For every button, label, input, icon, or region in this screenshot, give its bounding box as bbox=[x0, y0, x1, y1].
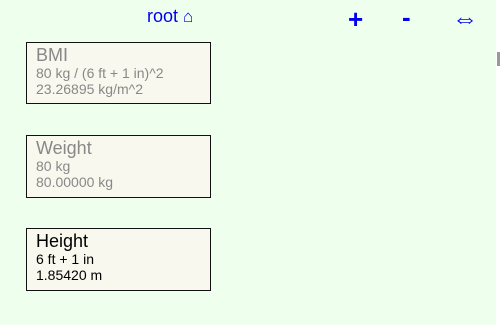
height-expression: 6 ft + 1 in bbox=[36, 251, 94, 267]
bmi-title: BMI bbox=[36, 45, 69, 65]
weight-title: Weight bbox=[36, 138, 92, 158]
home-icon: ⌂ bbox=[183, 7, 194, 26]
height-title: Height bbox=[36, 231, 89, 251]
weight-card[interactable]: Weight 80 kg 80.00000 kg bbox=[26, 135, 211, 198]
collapse-button[interactable]: - bbox=[402, 4, 411, 30]
expand-button[interactable]: + bbox=[348, 6, 363, 32]
height-card[interactable]: Height 6 ft + 1 in 1.85420 m bbox=[26, 228, 211, 291]
bmi-expression: 80 kg / (6 ft + 1 in)^2 bbox=[36, 65, 164, 81]
root-link[interactable]: root ⌂ bbox=[147, 7, 193, 25]
weight-expression: 80 kg bbox=[36, 158, 71, 174]
bmi-result: 23.26895 kg/m^2 bbox=[36, 81, 143, 97]
right-edge bbox=[496, 0, 500, 325]
bmi-card[interactable]: BMI 80 kg / (6 ft + 1 in)^2 23.26895 kg/… bbox=[26, 42, 211, 104]
horizontal-resize-icon[interactable]: ⇔ bbox=[452, 5, 478, 31]
weight-result: 80.00000 kg bbox=[36, 174, 114, 190]
root-label: root bbox=[147, 6, 179, 26]
height-result: 1.85420 m bbox=[36, 267, 103, 283]
